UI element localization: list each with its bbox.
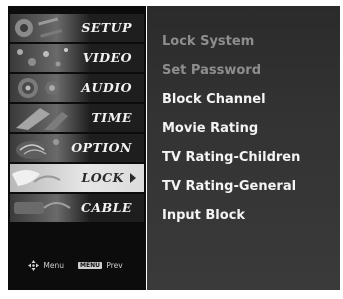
tab-cable[interactable]: CABLE (10, 194, 144, 222)
tab-lock[interactable]: LOCK (10, 164, 144, 192)
tab-label: AUDIO (81, 80, 132, 95)
time-icon (16, 108, 68, 130)
tab-label: TIME (91, 110, 132, 125)
tab-option[interactable]: OPTION (10, 134, 144, 162)
menu-tab-column: SETUP VIDEO AUDIO TIME OPTION LOCK CABLE… (8, 6, 146, 290)
tv-osd-menu: SETUP VIDEO AUDIO TIME OPTION LOCK CABLE… (0, 0, 343, 299)
lock-icon (12, 170, 61, 186)
tab-label: SETUP (81, 20, 132, 35)
tab-time[interactable]: TIME (10, 104, 144, 132)
prev-label: Prev (106, 260, 123, 270)
move-label: Menu (43, 261, 64, 270)
menu-item-lock-system[interactable]: Lock System (162, 34, 254, 49)
menu-item-input-block[interactable]: Input Block (162, 208, 245, 223)
tab-label: VIDEO (82, 50, 132, 65)
menu-item-set-password[interactable]: Set Password (162, 63, 261, 78)
setup-icon (15, 17, 63, 38)
tab-label: LOCK (81, 170, 124, 185)
cable-icon (14, 202, 71, 214)
video-icon (17, 48, 68, 67)
tab-label: OPTION (71, 140, 132, 155)
chevron-right-icon (130, 173, 136, 183)
audio-icon (18, 78, 59, 98)
tab-video[interactable]: VIDEO (10, 44, 144, 72)
navigation-hint: Menu MENU Prev (16, 260, 140, 274)
tab-audio[interactable]: AUDIO (10, 74, 144, 102)
option-icon (16, 139, 59, 159)
prev-hint: MENU Prev (78, 260, 123, 270)
menu-item-block-channel[interactable]: Block Channel (162, 92, 266, 107)
move-hint: Menu (28, 260, 64, 271)
menu-item-tv-rating-children[interactable]: TV Rating-Children (162, 150, 300, 165)
menu-item-movie-rating[interactable]: Movie Rating (162, 121, 258, 136)
lock-submenu-panel: Lock System Set Password Block Channel M… (147, 6, 340, 290)
tab-setup[interactable]: SETUP (10, 14, 144, 42)
menu-key-icon: MENU (78, 261, 102, 269)
dpad-icon (28, 260, 39, 271)
menu-item-tv-rating-general[interactable]: TV Rating-General (162, 179, 296, 194)
tab-label: CABLE (80, 200, 132, 215)
